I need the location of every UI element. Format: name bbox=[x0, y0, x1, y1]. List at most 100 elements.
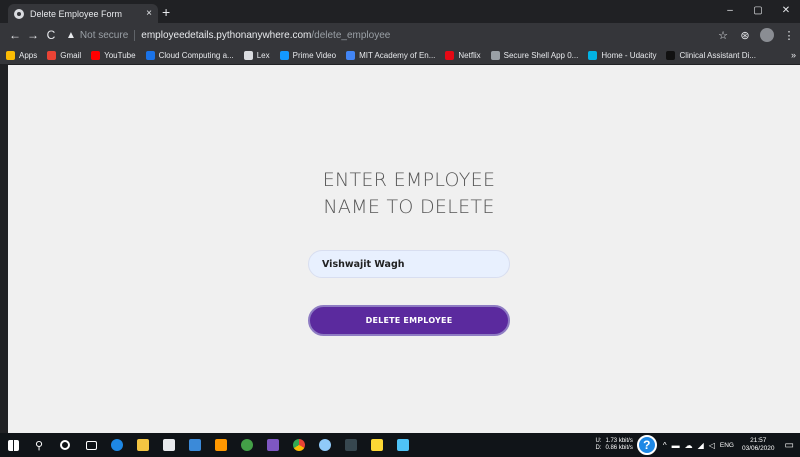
download-label: D: bbox=[595, 445, 602, 451]
minimize-button[interactable]: – bbox=[716, 0, 744, 23]
address-divider bbox=[134, 29, 136, 41]
maximize-button[interactable]: ▢ bbox=[744, 0, 772, 23]
upload-speed: 1.73 kbit/s bbox=[605, 438, 633, 444]
sublime-icon[interactable] bbox=[208, 433, 234, 457]
new-tab-button[interactable]: + bbox=[162, 4, 170, 20]
page-favicon-icon bbox=[14, 8, 24, 19]
windows-logo-icon bbox=[7, 439, 19, 451]
tab-title: Delete Employee Form bbox=[30, 8, 123, 19]
bookmark-netflix[interactable]: Netflix bbox=[445, 51, 481, 60]
start-button[interactable] bbox=[0, 433, 26, 457]
bookmark-label: Cloud Computing a... bbox=[158, 51, 234, 60]
cloud-icon[interactable]: ☁ bbox=[685, 441, 693, 450]
prime-video-icon bbox=[279, 51, 289, 60]
bookmark-label: MIT Academy of En... bbox=[359, 51, 436, 60]
network-labels: U: D: bbox=[595, 438, 601, 452]
bookmarks-overflow-button[interactable]: » bbox=[791, 50, 796, 60]
bookmark-cloud-computing[interactable]: Cloud Computing a... bbox=[145, 51, 234, 60]
netflix-icon bbox=[445, 51, 455, 60]
reload-button[interactable]: C bbox=[42, 28, 60, 42]
security-label[interactable]: Not secure bbox=[80, 30, 128, 41]
download-speed: 0.86 kbit/s bbox=[605, 445, 633, 451]
wifi-icon[interactable]: ◢ bbox=[698, 441, 704, 450]
bookmark-prime-video[interactable]: Prime Video bbox=[279, 51, 337, 60]
page-title: ENTER EMPLOYEE NAME TO DELETE bbox=[8, 167, 800, 221]
apps-grid-icon bbox=[6, 51, 15, 60]
warning-icon[interactable]: ▲ bbox=[66, 30, 76, 41]
task-view-icon[interactable] bbox=[78, 433, 104, 457]
bookmark-star-icon[interactable]: ☆ bbox=[712, 29, 734, 42]
clock-date: 03/06/2020 bbox=[742, 445, 775, 452]
bookmark-mit-academy[interactable]: MIT Academy of En... bbox=[346, 51, 435, 60]
app-blue-icon[interactable] bbox=[312, 433, 338, 457]
lex-icon bbox=[243, 51, 253, 60]
store-icon[interactable] bbox=[156, 433, 182, 457]
terminal-icon bbox=[490, 51, 500, 60]
bookmark-label: Home - Udacity bbox=[601, 51, 657, 60]
youtube-icon bbox=[91, 51, 101, 60]
notes-icon[interactable] bbox=[364, 433, 390, 457]
browser-toolbar: ← → C ▲ Not secure employeedetails.pytho… bbox=[0, 23, 800, 47]
system-tray: U: D: 1.73 kbit/s 0.86 kbit/s ? ^ ▬ ☁ ◢ … bbox=[595, 433, 800, 457]
page-content: ENTER EMPLOYEE NAME TO DELETE DELETE EMP… bbox=[8, 65, 800, 433]
url-host: employeedetails.pythonanywhere.com bbox=[141, 29, 312, 41]
search-icon[interactable]: ⚲ bbox=[26, 433, 52, 457]
udacity-icon bbox=[588, 51, 598, 60]
extension-icon[interactable]: ⊛ bbox=[734, 29, 756, 42]
tray-overflow-icon[interactable]: ^ bbox=[663, 441, 667, 450]
file-explorer-icon[interactable] bbox=[130, 433, 156, 457]
bookmark-lex[interactable]: Lex bbox=[243, 51, 270, 60]
bookmark-label: Apps bbox=[19, 51, 38, 60]
upload-label: U: bbox=[595, 438, 602, 444]
url-path: /delete_employee bbox=[311, 29, 391, 41]
bookmark-gmail[interactable]: Gmail bbox=[47, 51, 81, 60]
pinned-apps bbox=[104, 433, 416, 457]
tab-close-icon[interactable]: × bbox=[146, 8, 152, 19]
help-icon[interactable]: ? bbox=[636, 435, 657, 455]
clock-time: 21:57 bbox=[750, 437, 767, 444]
employee-name-input[interactable] bbox=[308, 250, 510, 278]
bookmark-label: Clinical Assistant Di... bbox=[679, 51, 756, 60]
bookmark-label: YouTube bbox=[104, 51, 136, 60]
delete-employee-button[interactable]: DELETE EMPLOYEE bbox=[308, 305, 510, 336]
cortana-icon[interactable] bbox=[52, 433, 78, 457]
remote-desktop-icon[interactable] bbox=[390, 433, 416, 457]
bookmark-youtube[interactable]: YouTube bbox=[91, 51, 136, 60]
close-window-button[interactable]: ✕ bbox=[772, 0, 800, 23]
bookmarks-bar: Apps Gmail YouTube Cloud Computing a... … bbox=[0, 47, 800, 65]
gmail-icon bbox=[47, 51, 57, 60]
forward-button[interactable]: → bbox=[24, 28, 42, 42]
edge-icon[interactable] bbox=[104, 433, 130, 457]
taskbar-clock[interactable]: 21:57 03/06/2020 bbox=[742, 437, 775, 453]
toolbar-actions: ☆ ⊛ ⋮ bbox=[712, 28, 800, 42]
photos-icon[interactable] bbox=[182, 433, 208, 457]
browser-tab[interactable]: Delete Employee Form × bbox=[8, 4, 158, 23]
notion-icon bbox=[666, 51, 676, 60]
visual-studio-icon[interactable] bbox=[260, 433, 286, 457]
page-title-line-2: NAME TO DELETE bbox=[323, 196, 495, 218]
back-button[interactable]: ← bbox=[6, 28, 24, 42]
browser-menu-icon[interactable]: ⋮ bbox=[778, 29, 800, 42]
tab-strip: Delete Employee Form × + – ▢ ✕ bbox=[0, 0, 800, 23]
bookmark-secure-shell[interactable]: Secure Shell App 0... bbox=[490, 51, 578, 60]
language-indicator[interactable]: ENG bbox=[720, 442, 734, 449]
cloud-icon bbox=[145, 51, 155, 60]
link-icon bbox=[346, 51, 356, 60]
bookmark-apps[interactable]: Apps bbox=[6, 51, 37, 60]
page-title-line-1: ENTER EMPLOYEE bbox=[322, 169, 496, 191]
address-bar[interactable]: ▲ Not secure employeedetails.pythonanywh… bbox=[66, 26, 704, 44]
battery-icon[interactable]: ▬ bbox=[672, 441, 680, 450]
bookmark-label: Lex bbox=[256, 51, 270, 60]
profile-avatar[interactable] bbox=[760, 28, 774, 42]
bookmark-label: Gmail bbox=[60, 51, 82, 60]
notification-icon[interactable]: ▭ bbox=[785, 440, 794, 451]
bookmark-label: Prime Video bbox=[292, 51, 337, 60]
app-green-icon[interactable] bbox=[234, 433, 260, 457]
bookmark-udacity[interactable]: Home - Udacity bbox=[588, 51, 656, 60]
bookmark-label: Netflix bbox=[458, 51, 481, 60]
volume-icon[interactable]: ◁ bbox=[709, 441, 715, 450]
bookmark-clinical-assistant[interactable]: Clinical Assistant Di... bbox=[666, 51, 756, 60]
terminal-app-icon[interactable] bbox=[338, 433, 364, 457]
chrome-icon[interactable] bbox=[286, 433, 312, 457]
windows-taskbar: ⚲ U: D: 1.73 kbit/s 0.86 kbit/s ? ^ ▬ ☁ … bbox=[0, 433, 800, 457]
